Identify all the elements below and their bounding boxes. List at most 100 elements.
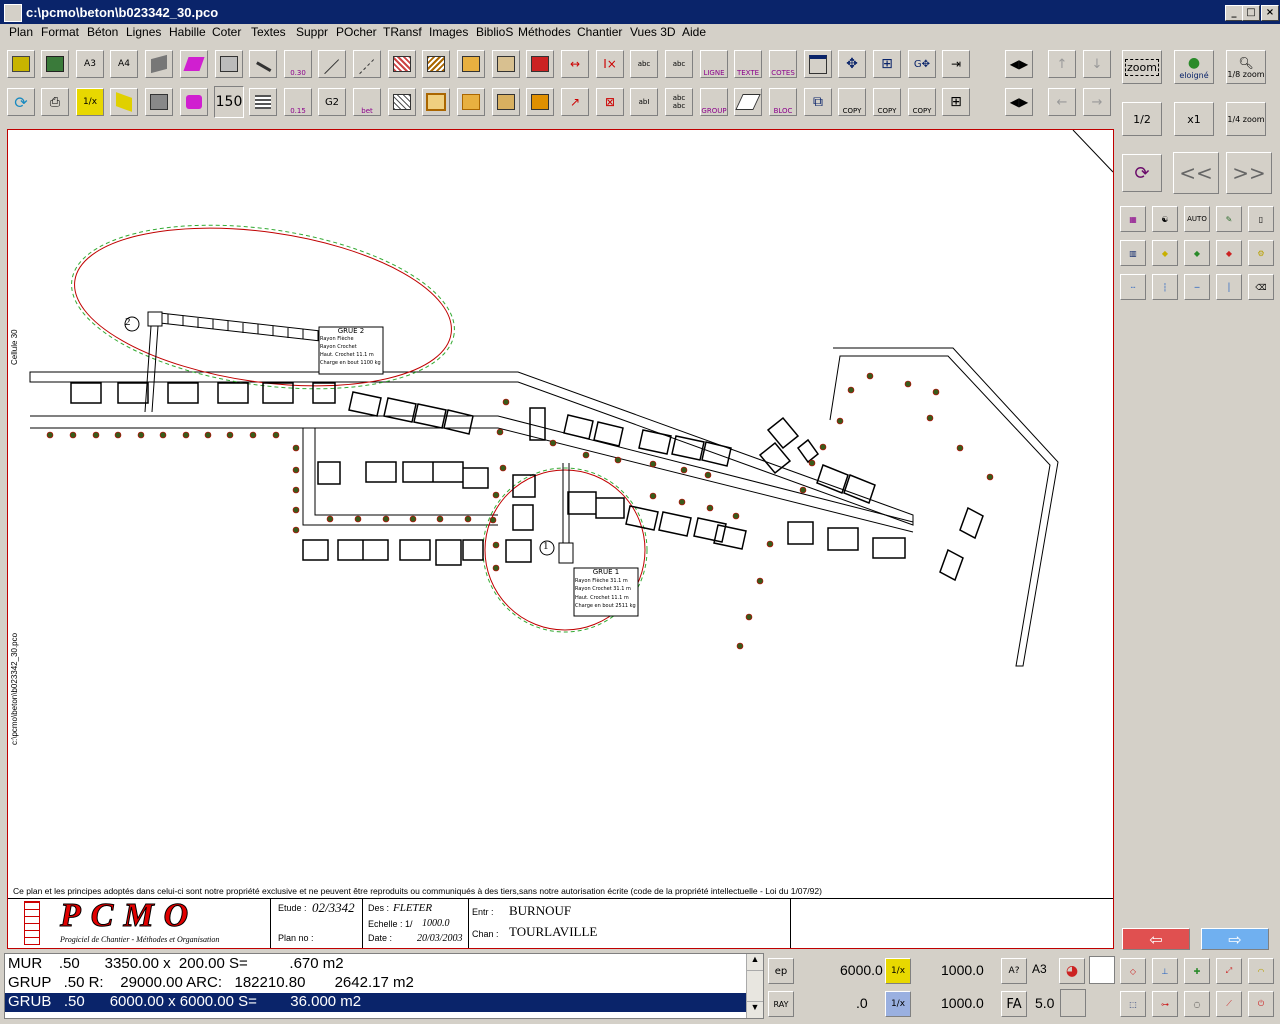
beam-button[interactable] [215, 50, 243, 78]
bet-button[interactable]: bet [353, 88, 381, 116]
hatch2-button[interactable] [422, 50, 450, 78]
list-item-selected[interactable]: GRUB .50 6000.00 x 6000.00 S= 36.000 m2 [5, 993, 747, 1012]
forward-arrow-button[interactable]: ⇨ [1201, 928, 1269, 950]
scale-1x-alt-button[interactable]: 1/x [885, 991, 911, 1017]
back-arrow-button[interactable]: ⇦ [1122, 928, 1190, 950]
maximize-button[interactable]: □ [1242, 5, 1260, 21]
color-wheel-button[interactable]: ◕ [1059, 958, 1085, 984]
yellow-block-button[interactable]: ◆ [1152, 240, 1178, 266]
copy3-button[interactable]: COPY [908, 88, 936, 116]
nav-left-button[interactable]: ← [1048, 88, 1076, 116]
slab-button[interactable] [180, 50, 208, 78]
nav-right-button[interactable]: → [1083, 88, 1111, 116]
zoom-button[interactable]: zoom [1122, 50, 1162, 84]
snap-off-button[interactable]: ⏻ [1248, 991, 1274, 1017]
menu-format[interactable]: Format [41, 25, 79, 39]
select-rect-button[interactable]: ⬚ [1120, 991, 1146, 1017]
entity-list[interactable]: MUR .50 3350.00 x 200.00 S= .670 m2 GRUP… [4, 953, 764, 1019]
yin-yang-button[interactable]: ☯ [1152, 206, 1178, 232]
nav-left-right-button[interactable]: ◀▶ [1005, 50, 1033, 78]
zoom-x1-button[interactable]: x1 [1174, 102, 1214, 136]
snap-arc-button[interactable]: ◠ [1248, 958, 1274, 984]
pocher-button[interactable] [492, 50, 520, 78]
text-abc-button[interactable]: abc [630, 50, 658, 78]
move-button[interactable]: ✥ [838, 50, 866, 78]
green-block-button[interactable]: ◆ [1184, 240, 1210, 266]
nav-left-right2-button[interactable]: ◀▶ [1005, 88, 1033, 116]
menu-textes[interactable]: Textes [251, 25, 286, 39]
snap-line-button[interactable]: ⟋ [1216, 991, 1242, 1017]
snap-cross-button[interactable]: ✚ [1184, 958, 1210, 984]
menu-coter[interactable]: Coter [212, 25, 241, 39]
close-button[interactable]: × [1261, 5, 1279, 21]
line-015-button[interactable]: 0.15 [284, 88, 312, 116]
zoom-1-4-button[interactable]: 1/4 zoom [1226, 102, 1266, 136]
window-button[interactable] [804, 50, 832, 78]
open-file-button[interactable] [7, 50, 35, 78]
nav-down-button[interactable]: ↓ [1083, 50, 1111, 78]
scaffold-button[interactable]: ▥ [1120, 240, 1146, 266]
ray-button[interactable]: RAY [768, 991, 794, 1017]
previous-view-button[interactable]: << [1173, 152, 1219, 194]
print-button[interactable]: ⎙ [41, 88, 69, 116]
menu-pocher[interactable]: POcher [336, 25, 377, 39]
dimension-button[interactable]: ↔ [561, 50, 589, 78]
color-swatch[interactable] [1089, 956, 1115, 984]
nav-up-button[interactable]: ↑ [1048, 50, 1076, 78]
paint-button[interactable]: ✎ [1216, 206, 1242, 232]
menu-beton[interactable]: Béton [87, 25, 118, 39]
image-button[interactable] [457, 50, 485, 78]
menu-biblios[interactable]: BiblioS [476, 25, 513, 39]
hatch-button[interactable] [388, 50, 416, 78]
menu-methodes[interactable]: Méthodes [518, 25, 571, 39]
ep-button[interactable]: ep [768, 958, 794, 984]
menu-vues3d[interactable]: Vues 3D [630, 25, 676, 39]
list-scrollbar[interactable]: ▲ ▼ [746, 954, 763, 1018]
red-block-button[interactable]: ◆ [1216, 240, 1242, 266]
gear-button[interactable]: ⚙ [1248, 240, 1274, 266]
menu-aide[interactable]: Aide [682, 25, 706, 39]
menu-images[interactable]: Images [429, 25, 468, 39]
group-button[interactable]: GROUP [700, 88, 728, 116]
table-button[interactable] [492, 88, 520, 116]
menu-plan[interactable]: Plan [9, 25, 33, 39]
snap-end-button[interactable]: │ [1216, 274, 1242, 300]
ligne-button[interactable]: LIGNE [700, 50, 728, 78]
stair-button[interactable] [249, 88, 277, 116]
pole-button[interactable] [110, 88, 138, 116]
rotate-button[interactable]: ↗ [561, 88, 589, 116]
snap-h-button[interactable]: ┄ [1120, 274, 1146, 300]
texte-button[interactable]: TEXTE [734, 50, 762, 78]
menu-transf[interactable]: TRansf [383, 25, 422, 39]
g2-button[interactable]: G2 [318, 88, 346, 116]
text-abc3-button[interactable]: abc abc [665, 88, 693, 116]
stretch-button[interactable]: ⇥ [942, 50, 970, 78]
add-button[interactable]: ⊞ [942, 88, 970, 116]
copy1-button[interactable]: COPY [838, 88, 866, 116]
save-file-button[interactable] [41, 50, 69, 78]
page-button[interactable]: ▯ [1248, 206, 1274, 232]
snap-mid-button[interactable]: ─ [1184, 274, 1210, 300]
text-cursor-button[interactable]: I× [596, 50, 624, 78]
list-item[interactable]: GRUP .50 R: 29000.00 ARC: 182210.80 2642… [5, 974, 747, 993]
frame-button[interactable] [422, 88, 450, 116]
block-button[interactable] [526, 88, 554, 116]
text-abc2-button[interactable]: abc [665, 50, 693, 78]
zoom-1-8-button[interactable]: 🔍︎ 1/8 zoom [1226, 50, 1266, 84]
wall-tool-button[interactable]: ▦ [1120, 206, 1146, 232]
query-button[interactable]: A? [1001, 958, 1027, 984]
snap-circle-button[interactable]: ◌ [1184, 991, 1210, 1017]
next-view-button[interactable]: >> [1226, 152, 1272, 194]
minimize-button[interactable]: _ [1225, 5, 1243, 21]
hatch3-button[interactable] [388, 88, 416, 116]
scroll-up-icon[interactable]: ▲ [747, 954, 763, 971]
snap-mid2-button[interactable]: ⊶ [1152, 991, 1178, 1017]
text-abi-button[interactable]: abI [630, 88, 658, 116]
move-group-button[interactable]: ⊞ [873, 50, 901, 78]
format-a4-button[interactable]: A4 [110, 50, 138, 78]
eraser2-button[interactable]: ⌫ [1248, 274, 1274, 300]
format-a3-button[interactable]: A3 [76, 50, 104, 78]
slab2-button[interactable] [180, 88, 208, 116]
scale-1x-button[interactable]: 1/x [76, 88, 104, 116]
snap-perp-button[interactable]: ⊥ [1152, 958, 1178, 984]
